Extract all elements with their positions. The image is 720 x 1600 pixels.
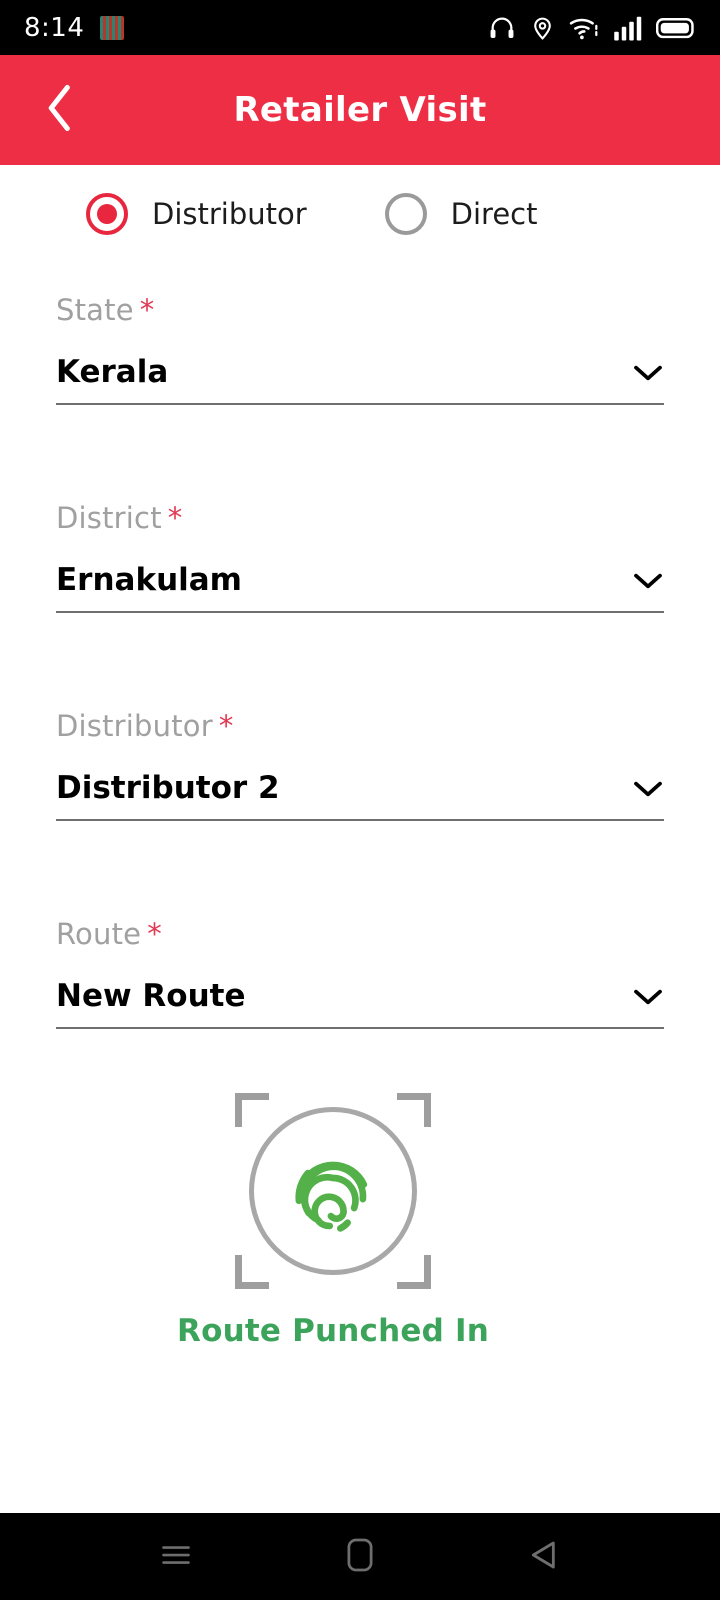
scanner-corner-bottom-left-icon	[235, 1255, 269, 1290]
chevron-down-icon	[632, 363, 664, 387]
fingerprint-icon	[281, 1139, 385, 1243]
signal-bars-icon	[613, 14, 643, 42]
scanner-corner-bottom-right-icon	[397, 1255, 431, 1290]
radio-selected-icon	[86, 193, 128, 235]
field-label-route: Route *	[56, 917, 664, 951]
phone-screen: 8:14 Retailer Visit Distributor Direct S…	[0, 0, 720, 1600]
chevron-down-icon	[632, 571, 664, 595]
chevron-down-icon	[632, 779, 664, 803]
chevron-left-icon	[43, 83, 77, 137]
dropdown-district[interactable]: Ernakulam	[56, 562, 664, 614]
scanner-corner-top-right-icon	[397, 1093, 431, 1128]
headset-icon	[487, 14, 517, 42]
home-button[interactable]	[332, 1529, 388, 1585]
field-route: Route * New Route	[56, 917, 664, 1030]
field-value-district: Ernakulam	[56, 562, 242, 599]
radio-label-direct: Direct	[450, 197, 538, 231]
location-pin-icon	[530, 14, 555, 42]
field-label-state-text: State	[56, 293, 134, 327]
form-content: Distributor Direct State * Kerala Distri…	[0, 165, 720, 1513]
required-asterisk: *	[147, 917, 162, 952]
dropdown-distributor[interactable]: Distributor 2	[56, 770, 664, 822]
chevron-down-icon	[632, 987, 664, 1011]
status-bar-right	[487, 14, 696, 42]
field-label-district-text: District	[56, 501, 162, 536]
scanner-corner-top-left-icon	[235, 1093, 269, 1128]
form-fields: State * Kerala District * Ernakulam Dist…	[0, 293, 720, 1030]
back-button[interactable]	[516, 1529, 572, 1585]
fingerprint-scanner-button[interactable]	[235, 1093, 431, 1290]
field-spacer	[56, 821, 664, 917]
fingerprint-section: Route Punched In	[0, 1093, 720, 1349]
app-notification-icon	[100, 15, 125, 40]
back-navigation-button[interactable]	[32, 82, 88, 138]
visit-type-radio-group: Distributor Direct	[0, 165, 720, 235]
field-label-state: State *	[56, 293, 664, 327]
dropdown-state[interactable]: Kerala	[56, 354, 664, 406]
required-asterisk: *	[218, 709, 234, 744]
status-time: 8:14	[24, 12, 85, 43]
field-district: District * Ernakulam	[56, 501, 664, 614]
field-value-distributor: Distributor 2	[56, 770, 280, 807]
punch-status-text: Route Punched In	[177, 1313, 489, 1350]
recents-button[interactable]	[148, 1529, 204, 1585]
system-nav-bar	[0, 1513, 720, 1600]
menu-lines-icon	[161, 1542, 191, 1572]
status-bar: 8:14	[0, 0, 720, 55]
dropdown-route[interactable]: New Route	[56, 978, 664, 1030]
radio-option-distributor[interactable]: Distributor	[86, 193, 307, 235]
radio-label-distributor: Distributor	[152, 197, 307, 231]
app-bar: Retailer Visit	[0, 55, 720, 165]
battery-icon	[656, 15, 696, 41]
field-label-district: District *	[56, 501, 664, 535]
status-bar-left: 8:14	[24, 12, 125, 43]
field-value-route: New Route	[56, 978, 246, 1015]
field-label-distributor-text: Distributor	[56, 709, 213, 744]
field-value-state: Kerala	[56, 354, 169, 390]
triangle-left-icon	[529, 1539, 559, 1575]
page-title: Retailer Visit	[233, 90, 487, 130]
rounded-square-icon	[346, 1538, 374, 1576]
required-asterisk: *	[139, 293, 155, 327]
required-asterisk: *	[167, 501, 183, 536]
field-state: State * Kerala	[56, 293, 664, 406]
field-label-distributor: Distributor *	[56, 709, 664, 743]
radio-option-direct[interactable]: Direct	[384, 193, 538, 235]
field-label-route-text: Route	[56, 917, 142, 952]
field-distributor: Distributor * Distributor 2	[56, 709, 664, 822]
field-spacer	[56, 405, 664, 501]
field-spacer	[56, 613, 664, 709]
radio-unselected-icon	[384, 193, 427, 235]
wifi-icon	[568, 14, 600, 42]
